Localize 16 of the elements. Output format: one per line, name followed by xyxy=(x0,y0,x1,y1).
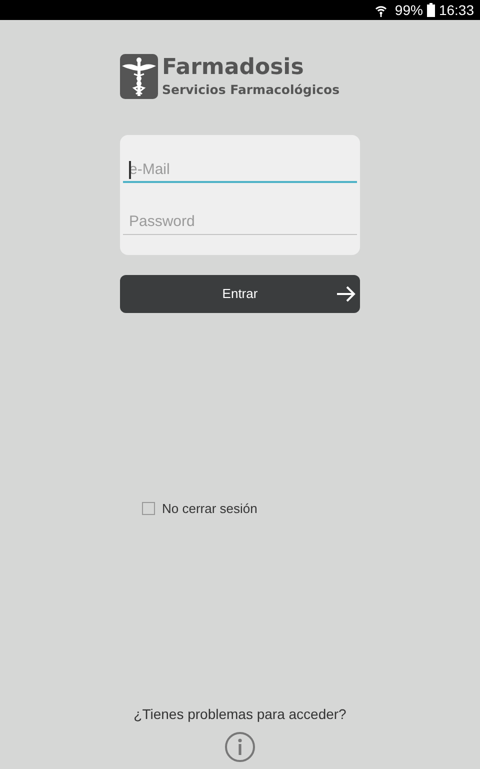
logo-title: Farmadosis xyxy=(162,54,305,80)
text-cursor xyxy=(129,161,131,179)
input-field[interactable]: e-Mail xyxy=(123,157,357,183)
clock: 16:33 xyxy=(438,0,474,20)
battery-icon xyxy=(426,3,435,17)
input-field[interactable]: Password xyxy=(123,209,357,235)
battery-percent: 99% xyxy=(394,0,423,20)
info-icon[interactable] xyxy=(224,731,256,763)
help-link[interactable]: ¿Tienes problemas para acceder? xyxy=(134,704,346,725)
logo-subtitle: Servicios Farmacológicos xyxy=(162,80,340,98)
wifi-icon xyxy=(374,4,387,16)
caduceus-logo-icon xyxy=(120,54,158,99)
checkbox[interactable] xyxy=(142,502,155,516)
remember-label: No cerrar sesión xyxy=(162,500,258,518)
login-button[interactable]: Entrar xyxy=(120,275,360,313)
arrow-right-icon xyxy=(336,286,356,302)
